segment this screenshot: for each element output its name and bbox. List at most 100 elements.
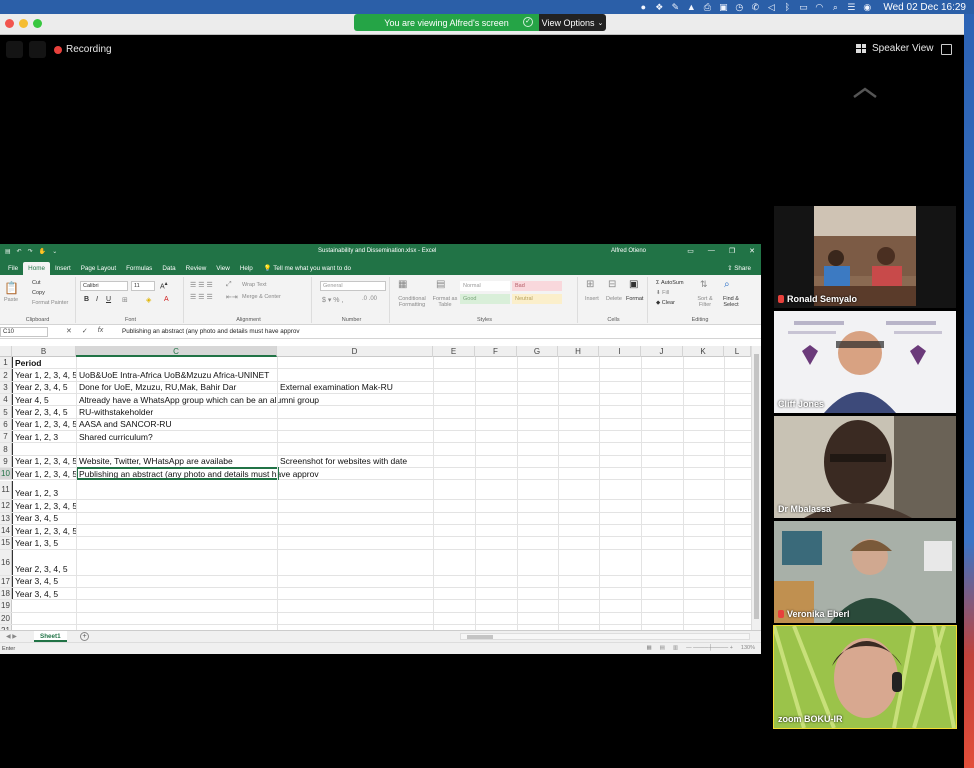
- align-left-icon[interactable]: ☰ ☰ ☰: [190, 293, 213, 301]
- close-window-button[interactable]: [5, 19, 14, 28]
- cell-c19[interactable]: [77, 600, 79, 611]
- cell-c3[interactable]: Done for UoE, Mzuzu, RU,Mak, Bahir Dar: [77, 382, 236, 393]
- insert-cells-icon[interactable]: ⊞: [586, 279, 594, 290]
- cell-d6[interactable]: [278, 419, 280, 430]
- cell-d8[interactable]: [278, 443, 280, 454]
- align-top-icon[interactable]: ☰ ☰ ☰: [190, 281, 213, 289]
- cell-c18[interactable]: [77, 588, 79, 599]
- insert-function-icon[interactable]: fx: [98, 327, 103, 335]
- page-layout-view-icon[interactable]: ▤: [660, 645, 665, 651]
- cell-c13[interactable]: [77, 513, 79, 524]
- participant-tile-cliff-jones[interactable]: Cliff Jones: [774, 311, 956, 413]
- cell-d2[interactable]: [278, 369, 280, 380]
- cell-b17[interactable]: Year 3, 4, 5: [12, 575, 77, 587]
- cell-d15[interactable]: [278, 537, 280, 548]
- cell-b7[interactable]: Year 1, 2, 3: [12, 431, 77, 443]
- cell-c16[interactable]: [77, 550, 79, 575]
- format-painter-button[interactable]: Format Painter: [32, 300, 68, 306]
- cell-d18[interactable]: [278, 588, 280, 599]
- row-header[interactable]: 6: [0, 418, 12, 431]
- column-header-k[interactable]: K: [683, 346, 724, 357]
- row-header[interactable]: 20: [0, 612, 12, 624]
- save-icon[interactable]: ▤: [5, 248, 11, 255]
- cell-d13[interactable]: [278, 513, 280, 524]
- participant-tile-dr-mbalassa[interactable]: Dr Mbalassa: [774, 416, 956, 518]
- restore-icon[interactable]: ❐: [729, 247, 735, 255]
- row-header[interactable]: 11: [0, 480, 12, 500]
- cell-d16[interactable]: [278, 550, 280, 575]
- view-options-button[interactable]: View Options ⌄: [539, 14, 606, 31]
- drive-icon[interactable]: ▲: [683, 0, 699, 14]
- zoom-window-button[interactable]: [33, 19, 42, 28]
- row-header[interactable]: 8: [0, 443, 12, 455]
- column-header-j[interactable]: J: [641, 346, 683, 357]
- conditional-formatting-button[interactable]: Conditional Formatting: [394, 296, 430, 308]
- row-header[interactable]: 10: [0, 468, 12, 480]
- dropbox-icon[interactable]: ❖: [651, 0, 667, 14]
- cell-c14[interactable]: [77, 525, 79, 536]
- column-header-h[interactable]: H: [558, 346, 599, 357]
- row-header[interactable]: 5: [0, 406, 12, 418]
- cell-d10[interactable]: [278, 468, 280, 479]
- cell-d7[interactable]: [278, 431, 280, 442]
- cell-b8[interactable]: [12, 443, 77, 455]
- insert-cells-button[interactable]: Insert: [585, 296, 599, 302]
- cell-d20[interactable]: [278, 613, 280, 624]
- cancel-entry-icon[interactable]: ✕: [66, 327, 72, 335]
- battery-icon[interactable]: ▭: [795, 0, 811, 14]
- close-icon[interactable]: ✕: [749, 247, 755, 255]
- style-bad[interactable]: Bad: [512, 281, 562, 291]
- add-sheet-icon[interactable]: +: [80, 632, 89, 641]
- redo-icon[interactable]: ↷: [28, 248, 33, 255]
- column-header-l[interactable]: L: [724, 346, 751, 357]
- cell-c15[interactable]: [77, 537, 79, 548]
- cell-c2[interactable]: UoB&UoE Intra-Africa UoB&Mzuzu Africa-UN…: [77, 369, 269, 380]
- font-size-box[interactable]: 11: [131, 281, 155, 291]
- zoom-menu-icon[interactable]: ●: [635, 0, 651, 14]
- column-header-f[interactable]: F: [475, 346, 517, 357]
- recording-indicator[interactable]: Recording: [54, 44, 112, 55]
- row-header[interactable]: 1: [0, 357, 12, 369]
- zoom-level[interactable]: 130%: [741, 645, 755, 651]
- fill-color-icon[interactable]: ◈: [146, 296, 151, 304]
- cell-b11[interactable]: Year 1, 2, 3: [12, 480, 77, 500]
- excel-user-name[interactable]: Alfred Otieno: [611, 248, 646, 254]
- cell-c5[interactable]: RU-withstakeholder: [77, 406, 153, 417]
- tell-me-search[interactable]: 💡 Tell me what you want to do: [264, 262, 351, 275]
- borders-icon[interactable]: ⊞: [122, 296, 128, 304]
- row-header[interactable]: 4: [0, 394, 12, 406]
- column-header-c[interactable]: C: [76, 346, 277, 357]
- vertical-scrollbar[interactable]: [751, 346, 761, 630]
- format-cells-icon[interactable]: ▣: [629, 279, 638, 290]
- confirm-entry-icon[interactable]: ✓: [82, 327, 88, 335]
- participant-tile-ronald-semyalo[interactable]: Ronald Semyalo: [774, 206, 956, 308]
- cell-d4[interactable]: [278, 394, 280, 405]
- tab-view[interactable]: View: [211, 262, 235, 275]
- decimal-icon[interactable]: .0 .00: [362, 296, 377, 302]
- sheet-tab-sheet1[interactable]: Sheet1: [34, 631, 67, 642]
- bold-button[interactable]: B: [84, 296, 89, 303]
- tab-review[interactable]: Review: [181, 262, 212, 275]
- worksheet-grid[interactable]: BCDEFGHIJKL 1 Period 2 Year 1, 2, 3, 4, 5 Uo…: [0, 346, 761, 630]
- row-header[interactable]: 9: [0, 455, 12, 468]
- sort-filter-button[interactable]: Sort & Filter: [696, 296, 714, 308]
- cell-b1[interactable]: Period: [12, 357, 77, 369]
- indent-icon[interactable]: ⇤⇥: [226, 293, 238, 301]
- row-header[interactable]: 13: [0, 512, 12, 524]
- row-header[interactable]: 3: [0, 381, 12, 394]
- cell-b9[interactable]: Year 1, 2, 3, 4, 5: [12, 455, 77, 468]
- normal-view-icon[interactable]: ▦: [646, 645, 651, 651]
- cell-b19[interactable]: [12, 600, 77, 611]
- cell-c7[interactable]: Shared curriculum?: [77, 431, 153, 442]
- delete-cells-icon[interactable]: ⊟: [608, 279, 616, 290]
- row-header[interactable]: 2: [0, 369, 12, 381]
- merge-center-button[interactable]: Merge & Center: [242, 294, 281, 300]
- row-header[interactable]: 19: [0, 600, 12, 612]
- customize-icon[interactable]: ⌄: [52, 248, 57, 255]
- row-header[interactable]: 7: [0, 431, 12, 443]
- page-break-view-icon[interactable]: ▥: [673, 645, 678, 651]
- sort-filter-icon[interactable]: ⇅: [700, 279, 708, 290]
- cell-d11[interactable]: [278, 481, 280, 500]
- info-button[interactable]: [6, 41, 23, 58]
- fill-button[interactable]: ⬇ Fill: [656, 290, 669, 296]
